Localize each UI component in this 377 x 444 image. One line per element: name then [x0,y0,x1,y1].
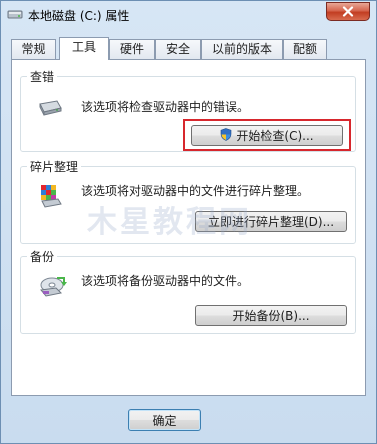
defrag-title: 碎片整理 [27,158,82,175]
close-button[interactable] [326,2,370,21]
tab-quota[interactable]: 配额 [283,39,327,59]
tab-general[interactable]: 常规 [11,39,56,59]
tab-previous-versions[interactable]: 以前的版本 [201,39,283,59]
ok-label: 确定 [152,413,177,428]
window-title: 本地磁盘 (C:) 属性 [28,9,130,23]
backup-icon [39,275,67,302]
watermark: 木星教程网 [87,205,252,240]
title-bar[interactable]: 本地磁盘 (C:) 属性 [1,1,376,29]
highlight-box [183,119,351,151]
backup-description: 该选项将备份驱动器中的文件。 [81,274,250,288]
tab-hardware[interactable]: 硬件 [109,39,155,59]
start-backup-label: 开始备份(B)... [232,309,310,323]
error-check-group: 查错 该选项将检查驱动器中的错误。 开始检查(C)... [20,68,356,152]
tab-strip: 常规 工具 硬件 安全 以前的版本 配额 [11,37,366,60]
error-check-description: 该选项将检查驱动器中的错误。 [81,100,250,114]
tab-tools[interactable]: 工具 [59,37,109,60]
ok-button[interactable]: 确定 [128,409,201,431]
tab-security[interactable]: 安全 [155,39,201,59]
drive-icon [7,7,23,21]
hard-drive-icon [37,99,63,120]
backup-title: 备份 [27,248,58,265]
backup-group: 备份 该选项将备份驱动器中的文件。 开始备份(B)... [20,248,356,334]
close-icon [342,6,354,17]
start-backup-button[interactable]: 开始备份(B)... [195,305,347,326]
properties-window: 本地磁盘 (C:) 属性 常规 工具 硬件 安全 以前的版本 配额 查错 该选项… [0,0,377,444]
defrag-icon [39,183,63,212]
error-check-title: 查错 [27,68,58,85]
